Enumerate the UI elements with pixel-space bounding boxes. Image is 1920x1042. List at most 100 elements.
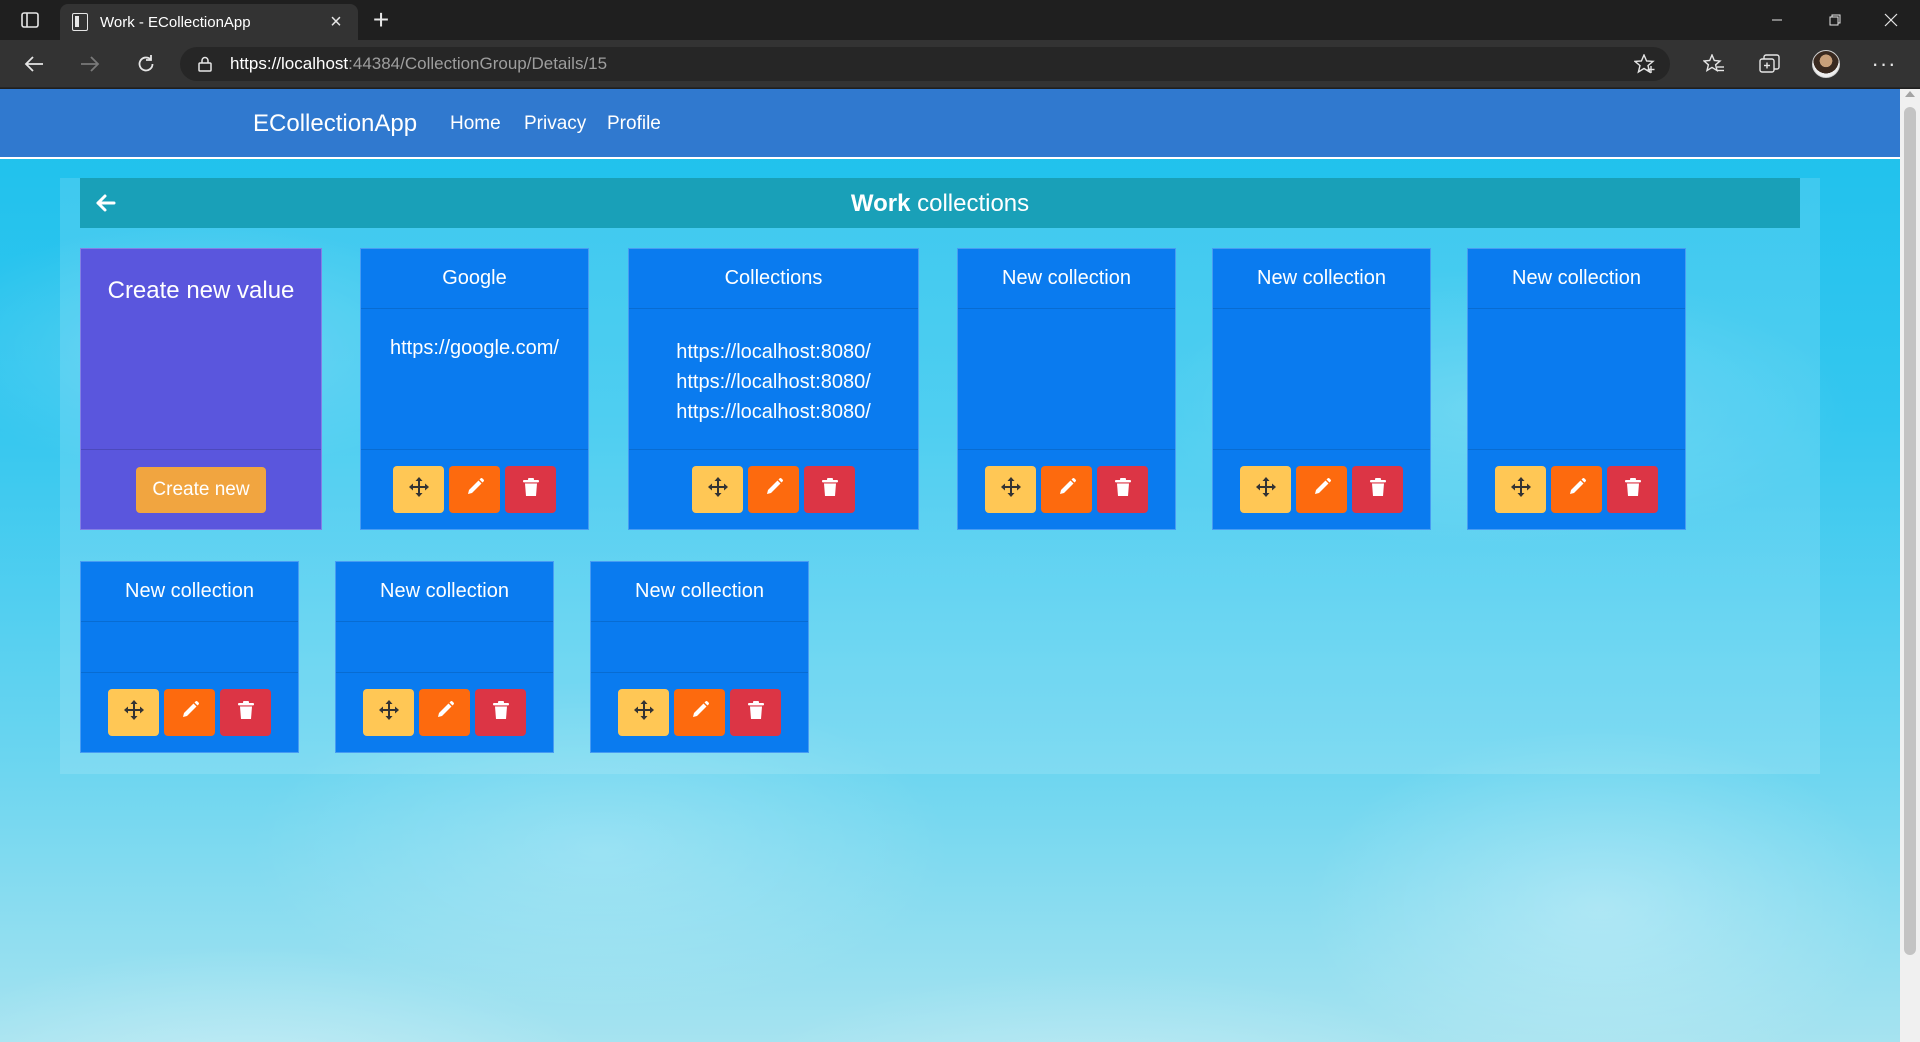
card-actions [1468, 449, 1685, 529]
close-tab-icon[interactable]: × [326, 12, 346, 32]
arrows-move-icon [1510, 477, 1531, 502]
collection-card[interactable]: New collection [1467, 248, 1686, 530]
create-card-footer: Create new [81, 449, 321, 529]
url-scheme: https:// [230, 54, 282, 73]
collection-card[interactable]: Collections https://localhost:8080/ http… [628, 248, 919, 530]
move-button[interactable] [985, 466, 1036, 513]
favorites-icon[interactable] [1696, 48, 1732, 80]
delete-button[interactable] [220, 689, 271, 736]
arrows-move-icon [408, 477, 429, 502]
site-navbar: ECollectionApp Home Privacy Profile [0, 89, 1900, 159]
arrows-move-icon [1000, 477, 1021, 502]
collection-title: Google [361, 249, 588, 309]
address-bar[interactable]: https://localhost:44384/CollectionGroup/… [180, 47, 1670, 81]
move-button[interactable] [1495, 466, 1546, 513]
delete-button[interactable] [804, 466, 855, 513]
panel-header: Work collections [80, 178, 1800, 228]
delete-button[interactable] [730, 689, 781, 736]
edit-button[interactable] [449, 466, 500, 513]
collection-card[interactable]: Google https://google.com/ [360, 248, 589, 530]
collection-value: https://localhost:8080/ [676, 371, 871, 393]
arrows-move-icon [707, 477, 728, 502]
edit-button[interactable] [419, 689, 470, 736]
delete-button[interactable] [1607, 466, 1658, 513]
browser-tab-bar: Work - ECollectionApp × + [0, 0, 1920, 40]
tab-actions-icon[interactable] [14, 8, 46, 32]
trash-icon [1369, 477, 1387, 502]
move-button[interactable] [363, 689, 414, 736]
collection-value: https://google.com/ [390, 337, 559, 359]
delete-button[interactable] [475, 689, 526, 736]
trash-icon [1624, 477, 1642, 502]
move-button[interactable] [618, 689, 669, 736]
close-window-icon[interactable] [1862, 0, 1920, 40]
trash-icon [747, 700, 765, 725]
delete-button[interactable] [1097, 466, 1148, 513]
back-icon[interactable] [16, 48, 52, 80]
pencil-icon [180, 700, 200, 725]
delete-button[interactable] [1352, 466, 1403, 513]
arrows-move-icon [633, 700, 654, 725]
collection-title: Collections [629, 249, 918, 309]
page-favicon-icon [72, 13, 88, 31]
collections-icon[interactable] [1752, 48, 1788, 80]
arrows-move-icon [1255, 477, 1276, 502]
collection-card[interactable]: New collection [335, 561, 554, 753]
arrow-left-icon[interactable] [94, 191, 118, 215]
avatar [1812, 50, 1840, 78]
trash-icon [492, 700, 510, 725]
create-new-button[interactable]: Create new [136, 466, 266, 513]
card-actions [958, 449, 1175, 529]
new-tab-button[interactable]: + [366, 6, 396, 36]
move-button[interactable] [1240, 466, 1291, 513]
nav-link-profile[interactable]: Profile [607, 113, 661, 135]
pencil-icon [1567, 477, 1587, 502]
collection-title: New collection [336, 562, 553, 622]
restore-icon[interactable] [1806, 0, 1864, 40]
collection-title: New collection [1213, 249, 1430, 309]
page-scrollbar[interactable] [1900, 89, 1920, 1042]
scroll-up-icon[interactable] [1905, 91, 1915, 97]
trash-icon [1114, 477, 1132, 502]
collections-panel: Work collections Create new value Create… [60, 178, 1820, 774]
move-button[interactable] [692, 466, 743, 513]
trash-icon [522, 477, 540, 502]
edit-button[interactable] [748, 466, 799, 513]
collection-card[interactable]: New collection [1212, 248, 1431, 530]
collection-card[interactable]: New collection [957, 248, 1176, 530]
profile-avatar[interactable] [1808, 48, 1844, 80]
pencil-icon [435, 700, 455, 725]
forward-icon[interactable] [72, 48, 108, 80]
browser-toolbar: https://localhost:44384/CollectionGroup/… [0, 40, 1920, 88]
pencil-icon [1057, 477, 1077, 502]
edit-button[interactable] [164, 689, 215, 736]
edit-button[interactable] [674, 689, 725, 736]
scroll-thumb[interactable] [1904, 107, 1916, 955]
nav-link-home[interactable]: Home [450, 113, 501, 135]
minimize-icon[interactable] [1748, 0, 1806, 40]
collection-card[interactable]: New collection [590, 561, 809, 753]
url-path: :44384/CollectionGroup/Details/15 [348, 54, 608, 73]
collection-title: New collection [1468, 249, 1685, 309]
brand-link[interactable]: ECollectionApp [253, 110, 417, 138]
move-button[interactable] [108, 689, 159, 736]
edit-button[interactable] [1296, 466, 1347, 513]
title-suffix: collections [910, 190, 1030, 217]
collection-card[interactable]: New collection [80, 561, 299, 753]
arrows-move-icon [378, 700, 399, 725]
reload-icon[interactable] [128, 48, 164, 80]
delete-button[interactable] [505, 466, 556, 513]
trash-icon [237, 700, 255, 725]
more-options-icon[interactable]: ··· [1866, 48, 1902, 80]
collection-title: New collection [81, 562, 298, 622]
lock-icon[interactable] [198, 56, 212, 72]
add-favorite-icon[interactable] [1633, 53, 1656, 74]
nav-link-privacy[interactable]: Privacy [524, 113, 586, 135]
edit-button[interactable] [1551, 466, 1602, 513]
collection-title: New collection [591, 562, 808, 622]
move-button[interactable] [393, 466, 444, 513]
collection-value: https://localhost:8080/ [676, 401, 871, 423]
browser-tab[interactable]: Work - ECollectionApp × [60, 4, 358, 40]
edit-button[interactable] [1041, 466, 1092, 513]
url-text: https://localhost:44384/CollectionGroup/… [230, 54, 607, 74]
